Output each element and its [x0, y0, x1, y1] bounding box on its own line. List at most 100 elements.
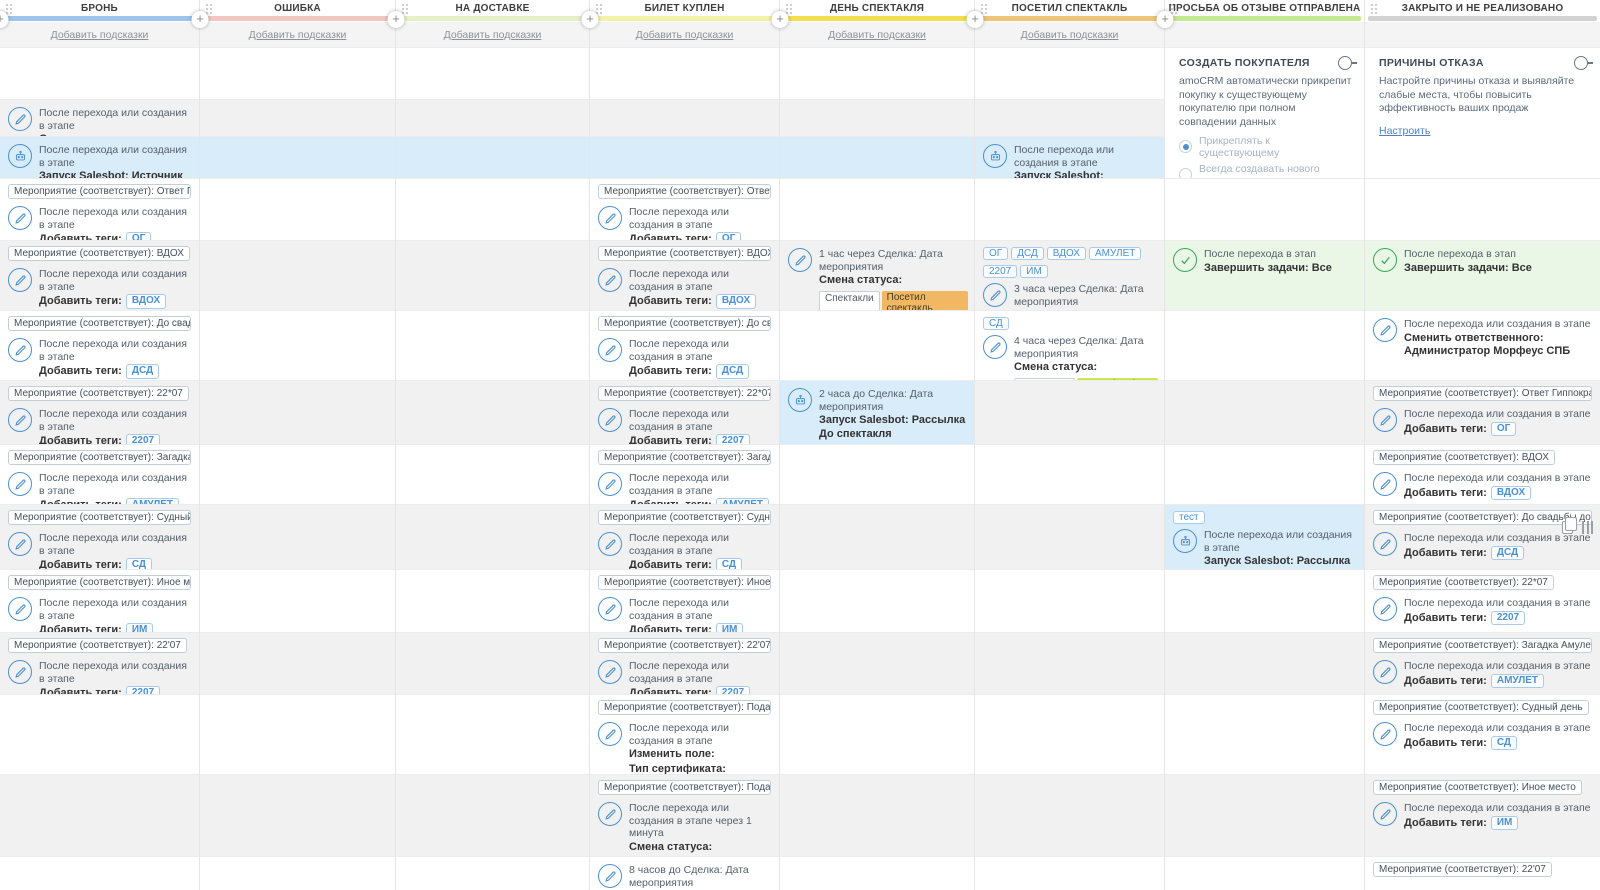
automation-card-salesbot-before-show[interactable]: 2 часа до Сделка: Дата мероприятия Запус…: [780, 381, 974, 444]
automation-card-salesbot-after-show[interactable]: тест После перехода или создания в этапе…: [1165, 505, 1364, 569]
empty-cell: [200, 48, 395, 100]
automation-card-add-tags[interactable]: Мероприятие (соответствует): Иное место …: [0, 570, 199, 632]
tag-chip[interactable]: ОГ: [125, 232, 152, 240]
column-title[interactable]: ДЕНЬ СПЕКТАКЛЯ: [780, 0, 974, 14]
automation-card-add-tags[interactable]: Мероприятие (соответствует): До свадьбы …: [1365, 505, 1600, 564]
automation-card-change-owner[interactable]: После перехода или создания в этапе Смен…: [1365, 311, 1600, 363]
column-title[interactable]: ПРОСЬБА ОБ ОТЗЫВЕ ОТПРАВЛЕНА: [1165, 0, 1364, 14]
automation-card-add-tags[interactable]: Мероприятие (соответствует): До свадьбы …: [590, 311, 779, 380]
tag-chip[interactable]: АМУЛЕТ: [715, 498, 770, 504]
automation-card-change-field[interactable]: Мероприятие (соответствует): Подарочный …: [590, 695, 779, 774]
tag-chip[interactable]: ИМ: [715, 623, 744, 632]
tag-chip[interactable]: 2207: [983, 265, 1018, 278]
automation-card-add-tags[interactable]: Мероприятие (соответствует): Судный день…: [590, 505, 779, 569]
automation-card-add-tags[interactable]: Мероприятие (соответствует): Ответ Гиппо…: [590, 179, 779, 240]
automation-card-add-tags[interactable]: Мероприятие (соответствует): ВДОХ После …: [590, 241, 779, 310]
tag-chip[interactable]: АМУЛЕТ: [1490, 673, 1545, 689]
automation-card-add-tags[interactable]: Мероприятие (соответствует): Загадка Аму…: [0, 445, 199, 504]
tag-chip[interactable]: тест: [1173, 511, 1205, 524]
automation-card-change-status[interactable]: Мероприятие (соответствует): Подарочный …: [590, 775, 779, 856]
add-hints-link[interactable]: Добавить подсказки: [1021, 29, 1119, 41]
empty-cell: [396, 179, 589, 241]
tag-chip[interactable]: ВДОХ: [1046, 247, 1086, 260]
automation-card-add-tags[interactable]: Мероприятие (соответствует): 22'07 После…: [0, 633, 199, 694]
copy-icon[interactable]: [1562, 517, 1577, 534]
tag-chip[interactable]: ДСД: [715, 364, 750, 379]
column-title[interactable]: ОШИБКА: [200, 0, 395, 14]
tag-chip[interactable]: 2207: [125, 686, 161, 694]
tag-chip[interactable]: АМУЛЕТ: [125, 498, 180, 504]
automation-card-add-tags[interactable]: Мероприятие (соответствует): Ответ Гиппо…: [1365, 381, 1600, 440]
add-stage-button[interactable]: +: [191, 11, 209, 28]
tag-chip[interactable]: ВДОХ: [125, 294, 167, 309]
tag-chip[interactable]: АМУЛЕТ: [1088, 247, 1142, 260]
add-hints-link[interactable]: Добавить подсказки: [249, 29, 347, 41]
tag-chip[interactable]: СД: [1490, 735, 1518, 751]
tag-chip[interactable]: 2207: [1490, 610, 1526, 626]
column-drag-handle-icon[interactable]: [1370, 3, 1378, 15]
tag-chip[interactable]: ИМ: [1490, 815, 1519, 831]
automation-card-add-tags[interactable]: Мероприятие (соответствует): ВДОХ После …: [0, 241, 199, 310]
automation-card-change-status[interactable]: ОГ ДСД ВДОХ АМУЛЕТ 2207 ИМ 3 часа через Сделк…: [975, 241, 1164, 310]
tag-chip[interactable]: ДСД: [125, 364, 160, 379]
tag-chip[interactable]: ОГ: [983, 247, 1009, 260]
configure-link[interactable]: Настроить: [1379, 125, 1430, 137]
column-title[interactable]: НА ДОСТАВКЕ: [396, 0, 589, 14]
automation-card-add-tags[interactable]: Мероприятие (соответствует): 22*07 После…: [0, 381, 199, 444]
add-stage-button[interactable]: +: [387, 11, 405, 28]
automation-card-add-tags[interactable]: Мероприятие (соответствует): Загадка Аму…: [1365, 633, 1600, 692]
automation-card-add-tags[interactable]: Мероприятие (соответствует): Судный день…: [1365, 695, 1600, 754]
automation-card-change-status[interactable]: 1 час через Сделка: Дата мероприятия Сме…: [780, 241, 974, 310]
automation-card-complete-tasks[interactable]: После перехода в этап Завершить задачи: …: [1165, 241, 1364, 279]
panel-toggle-icon[interactable]: [1574, 56, 1588, 70]
tag-chip[interactable]: ИМ: [125, 623, 154, 632]
automation-card-add-tags[interactable]: Мероприятие (соответствует): Ответ Гиппо…: [0, 179, 199, 240]
tag-chip[interactable]: ИМ: [1020, 265, 1048, 278]
add-stage-button[interactable]: +: [1156, 11, 1174, 28]
automation-card-add-tags[interactable]: Мероприятие (соответствует): Иное место …: [1365, 775, 1600, 834]
add-hints-link[interactable]: Добавить подсказки: [636, 29, 734, 41]
tag-chip[interactable]: 2207: [125, 434, 161, 444]
tag-chip[interactable]: СД: [983, 317, 1009, 330]
tag-chip[interactable]: ДСД: [1490, 545, 1525, 561]
automation-card-add-tags[interactable]: Мероприятие (соответствует): ВДОХ После …: [1365, 445, 1600, 504]
column-title[interactable]: ЗАКРЫТО И НЕ РЕАЛИЗОВАНО: [1365, 0, 1600, 14]
tag-chip[interactable]: СД: [125, 558, 153, 569]
add-hints-link[interactable]: Добавить подсказки: [444, 29, 542, 41]
column-title[interactable]: БРОНЬ: [0, 0, 199, 14]
tag-chip[interactable]: ВДОХ: [1490, 485, 1532, 501]
tag-chip[interactable]: ВДОХ: [715, 294, 757, 309]
automation-card-add-tags[interactable]: Мероприятие (соответствует): 22'07 После…: [590, 633, 779, 694]
tag-chip[interactable]: 2207: [715, 434, 751, 444]
menu-icon[interactable]: [1582, 521, 1593, 534]
add-hints-link[interactable]: Добавить подсказки: [51, 29, 149, 41]
automation-card-add-tags[interactable]: Мероприятие (соответствует): 22*07 После…: [590, 381, 779, 444]
panel-toggle-icon[interactable]: [1338, 56, 1352, 70]
automation-card-add-tags[interactable]: Мероприятие (соответствует): 22*07 После…: [1365, 570, 1600, 629]
radio-attach-existing[interactable]: Прикреплять к существующему: [1179, 135, 1352, 159]
column-title[interactable]: БИЛЕТ КУПЛЕН: [590, 0, 779, 14]
add-stage-button[interactable]: +: [771, 11, 789, 28]
column-title[interactable]: ПОСЕТИЛ СПЕКТАКЛЬ: [975, 0, 1164, 14]
automation-card-add-tags[interactable]: Мероприятие (соответствует): Судный день…: [0, 505, 199, 569]
automation-card-change-owner[interactable]: После перехода или создания в этапе Смен…: [0, 100, 199, 136]
add-hints-link[interactable]: Добавить подсказки: [828, 29, 926, 41]
tag-chip[interactable]: ОГ: [715, 232, 742, 240]
automation-card-salesbot-show[interactable]: После перехода или создания в этапе Запу…: [975, 137, 1164, 178]
add-stage-button[interactable]: +: [966, 11, 984, 28]
automation-card-salesbot-source[interactable]: После перехода или создания в этапе Запу…: [0, 137, 199, 178]
tag-chip[interactable]: 2207: [715, 686, 751, 694]
empty-cell: [780, 137, 974, 179]
automation-card-timed[interactable]: 8 часов до Сделка: Дата мероприятия: [590, 857, 779, 890]
automation-card-add-tags[interactable]: Мероприятие (соответствует): Загадка Аму…: [590, 445, 779, 504]
tag-chip[interactable]: ДСД: [1011, 247, 1044, 260]
tag-chip[interactable]: СД: [715, 558, 743, 569]
automation-card-add-tags[interactable]: Мероприятие (соответствует): Иное место …: [590, 570, 779, 632]
radio-create-new[interactable]: Всегда создавать нового покупателя: [1179, 163, 1352, 178]
automation-card-add-tags[interactable]: Мероприятие (соответствует): 22'07: [1365, 857, 1600, 886]
add-stage-button[interactable]: +: [581, 11, 599, 28]
automation-card-complete-tasks[interactable]: После перехода в этап Завершить задачи: …: [1365, 241, 1600, 279]
tag-chip[interactable]: ОГ: [1490, 421, 1517, 437]
automation-card-add-tags[interactable]: Мероприятие (соответствует): До свадьбы …: [0, 311, 199, 380]
automation-card-change-status[interactable]: СД 4 часа через Сделка: Дата мероприятия…: [975, 311, 1164, 380]
